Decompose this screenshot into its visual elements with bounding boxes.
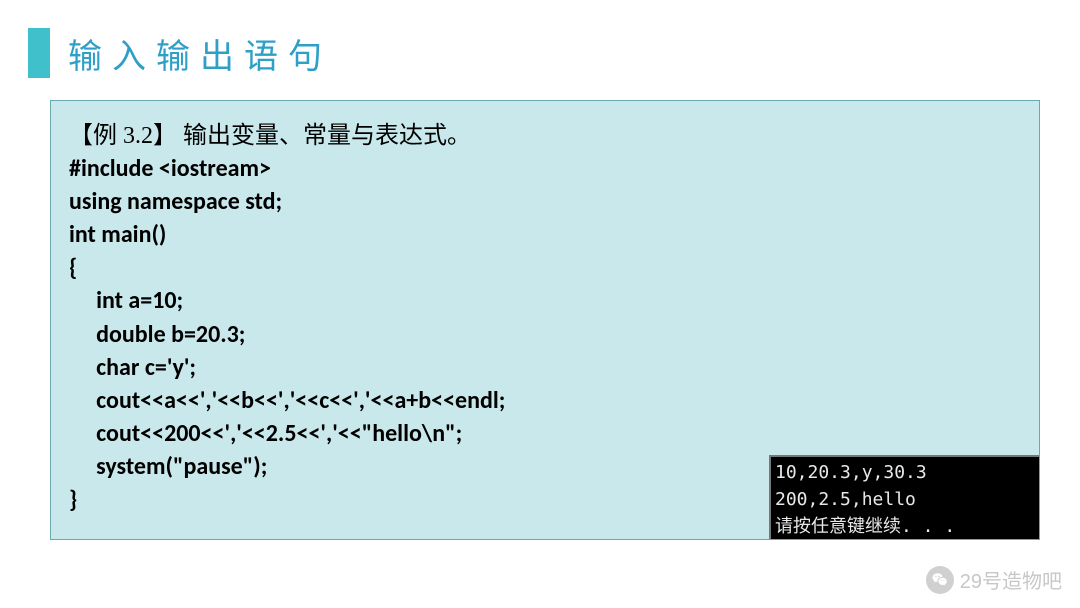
code-line-9: cout<<200<<','<<2.5<<','<<"hello\n";	[69, 419, 462, 448]
example-description: 输出变量、常量与表达式。	[177, 123, 471, 149]
watermark: 29号造物吧	[926, 565, 1062, 594]
code-line-8: cout<<a<<','<<b<<','<<c<<','<<a+b<<endl;	[69, 386, 505, 415]
code-panel: 【例 3.2】 输出变量、常量与表达式。 #include <iostream>…	[50, 100, 1040, 540]
console-line-3: 请按任意键继续. . .	[775, 516, 955, 537]
code-line-7: char c='y';	[69, 353, 196, 382]
code-line-11: }	[69, 485, 77, 514]
wechat-icon	[926, 566, 954, 594]
code-line-5: int a=10;	[69, 286, 183, 315]
example-heading: 【例 3.2】 输出变量、常量与表达式。	[69, 115, 1021, 150]
code-line-4: {	[69, 253, 77, 282]
example-label: 【例 3.2】	[69, 123, 177, 149]
console-output: 10,20.3,y,30.3 200,2.5,hello 请按任意键继续. . …	[769, 455, 1039, 539]
console-line-2: 200,2.5,hello	[775, 489, 916, 510]
console-line-1: 10,20.3,y,30.3	[775, 462, 927, 483]
watermark-text: 29号造物吧	[960, 565, 1062, 594]
code-line-10: system("pause");	[69, 452, 267, 481]
slide-title-row: 输入输出语句	[0, 0, 1080, 78]
code-line-2: using namespace std;	[69, 187, 282, 216]
title-accent-bar	[28, 28, 50, 78]
code-line-1: #include <iostream>	[69, 154, 271, 183]
code-line-3: int main()	[69, 220, 166, 249]
slide-title: 输入输出语句	[68, 29, 332, 78]
code-line-6: double b=20.3;	[69, 320, 245, 349]
